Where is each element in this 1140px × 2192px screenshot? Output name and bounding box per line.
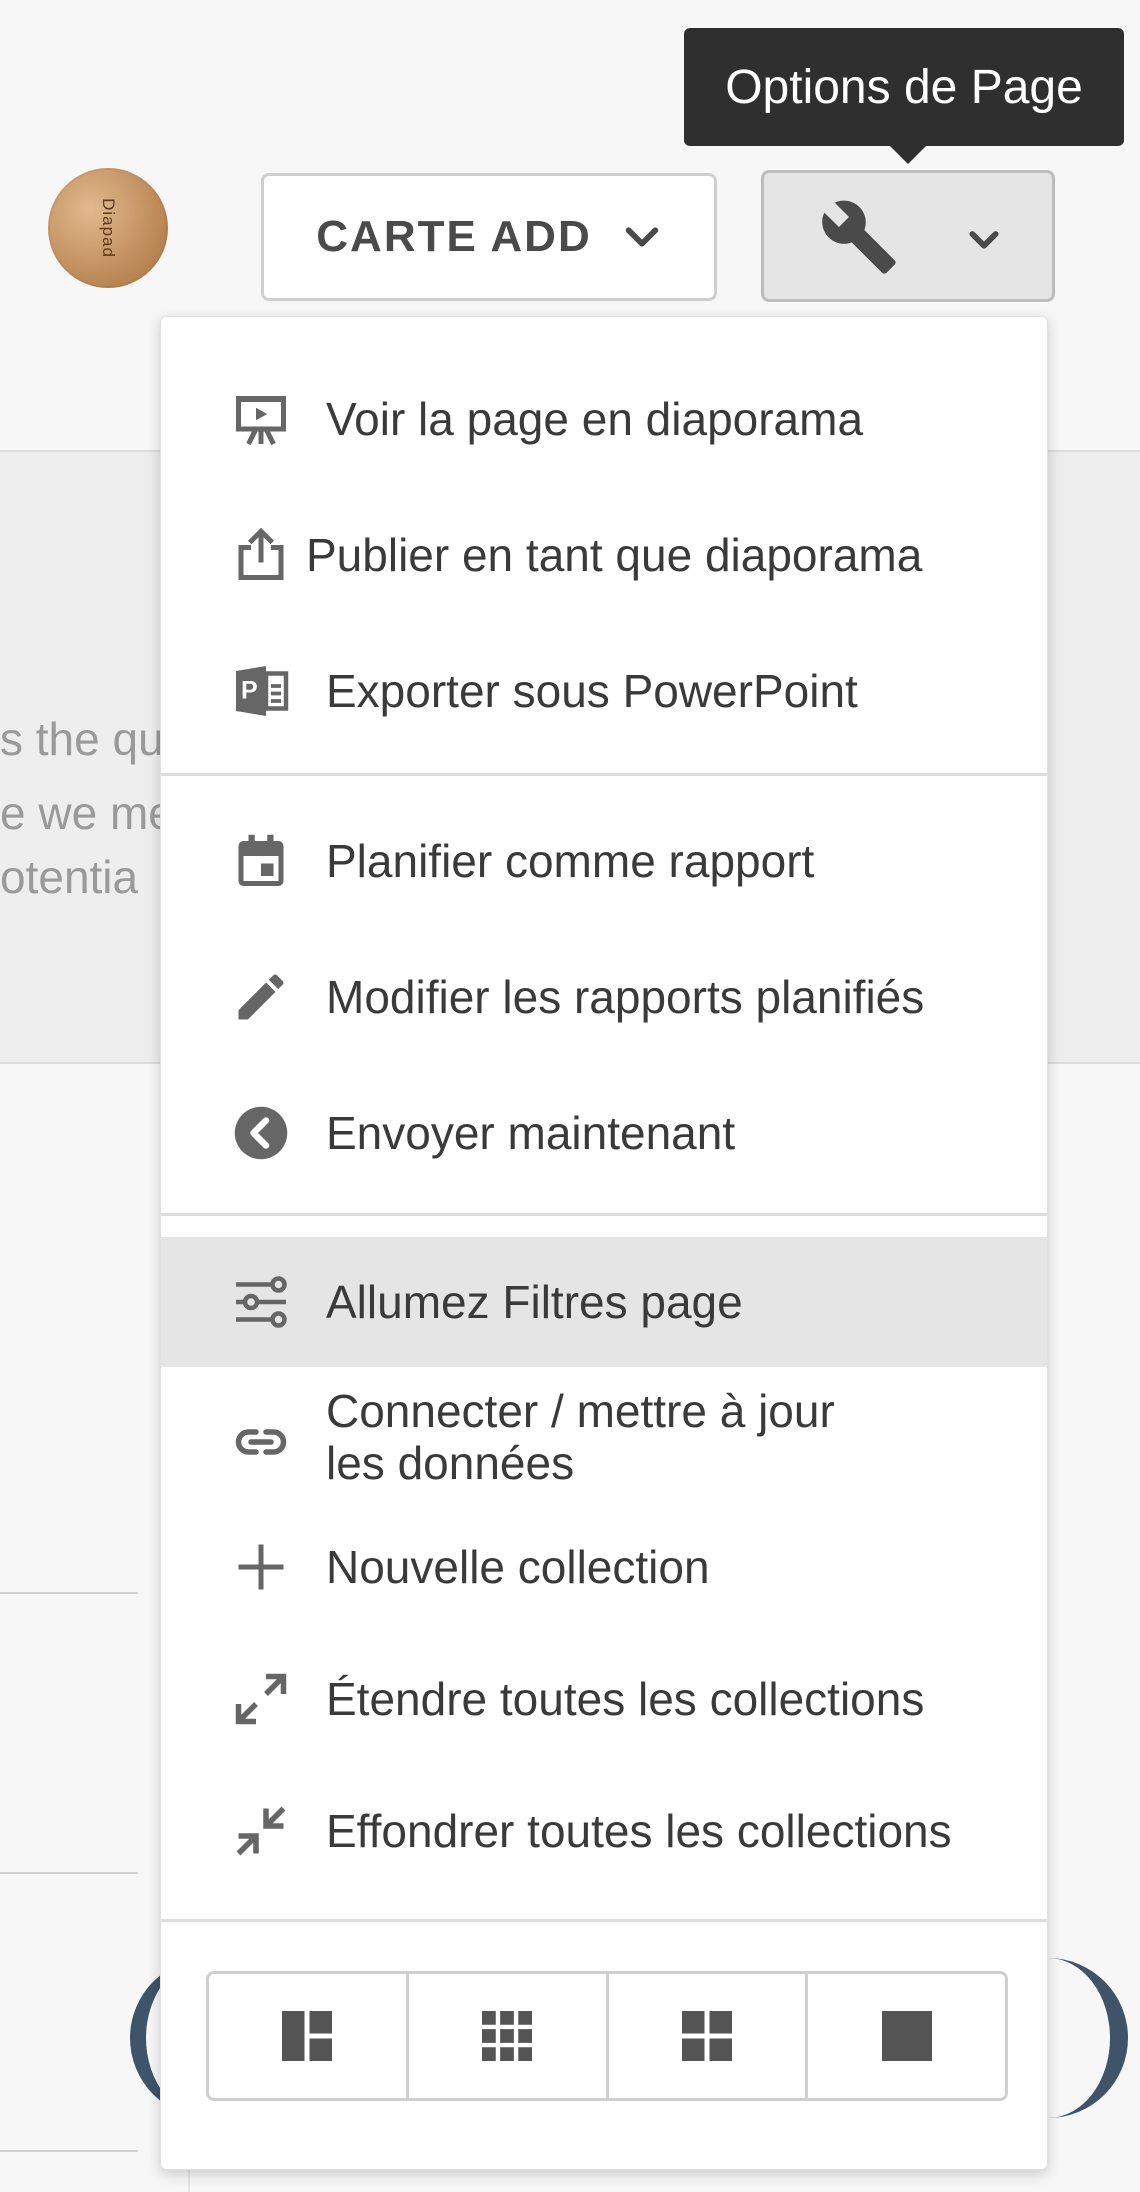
menu-item-send-now[interactable]: Envoyer maintenant bbox=[161, 1083, 1047, 1183]
filter-sliders-icon bbox=[231, 1272, 291, 1332]
menu-item-publish-slideshow[interactable]: Publier en tant que diaporama bbox=[161, 505, 1047, 605]
add-card-label: CARTE ADD bbox=[316, 212, 592, 261]
chevron-down-icon bbox=[969, 231, 999, 249]
background-text-fragment: s the qu bbox=[0, 713, 164, 765]
svg-text:P: P bbox=[241, 677, 258, 705]
menu-item-label: Effondrer toutes les collections bbox=[326, 1805, 952, 1857]
menu-item-schedule-report[interactable]: Planifier comme rapport bbox=[161, 811, 1047, 911]
menu-item-label: Modifier les rapports planifiés bbox=[326, 971, 925, 1023]
divider bbox=[0, 1592, 138, 1594]
share-upload-icon bbox=[231, 525, 291, 585]
menu-item-new-collection[interactable]: Nouvelle collection bbox=[161, 1517, 1047, 1617]
menu-item-collapse-collections[interactable]: Effondrer toutes les collections bbox=[161, 1781, 1047, 1881]
menu-item-expand-collections[interactable]: Étendre toutes les collections bbox=[161, 1649, 1047, 1749]
calendar-icon bbox=[231, 831, 291, 891]
add-card-button[interactable]: CARTE ADD bbox=[261, 173, 717, 301]
layout-selector bbox=[206, 1971, 1008, 2101]
menu-item-label: Planifier comme rapport bbox=[326, 835, 815, 887]
layout-grid-large-icon bbox=[681, 2011, 732, 2061]
pencil-icon bbox=[231, 967, 291, 1027]
menu-item-connect-data[interactable]: Connecter / mettre à jour les données bbox=[161, 1377, 1047, 1507]
layout-single-icon bbox=[881, 2011, 932, 2061]
menu-item-page-filters[interactable]: Allumez Filtres page bbox=[161, 1237, 1047, 1367]
layout-mixed-button[interactable] bbox=[209, 1974, 409, 2098]
layout-grid-small-icon bbox=[482, 2011, 533, 2061]
menu-separator bbox=[161, 773, 1047, 776]
background-text-fragment: e we me bbox=[0, 787, 174, 839]
link-icon bbox=[231, 1412, 291, 1472]
menu-item-label: les données bbox=[326, 1437, 575, 1489]
slideshow-icon bbox=[231, 389, 291, 449]
page-options-menu: Voir la page en diaporama Publier en tan… bbox=[160, 316, 1048, 2170]
layout-grid-small-button[interactable] bbox=[409, 1974, 609, 2098]
expand-icon bbox=[231, 1669, 291, 1729]
menu-item-export-powerpoint[interactable]: P Exporter sous PowerPoint bbox=[161, 641, 1047, 741]
page-options-button[interactable] bbox=[761, 170, 1055, 302]
powerpoint-icon: P bbox=[231, 661, 291, 721]
page-options-tooltip: Options de Page bbox=[684, 28, 1124, 164]
menu-item-label: Connecter / mettre à jour bbox=[326, 1385, 835, 1437]
menu-separator bbox=[161, 1213, 1047, 1216]
divider bbox=[0, 1872, 138, 1874]
menu-item-label: Envoyer maintenant bbox=[326, 1107, 736, 1159]
background-text-fragment: otentia bbox=[0, 851, 139, 903]
avatar-logo-text: Diapad bbox=[99, 198, 118, 258]
layout-single-button[interactable] bbox=[808, 1974, 1005, 2098]
chevron-down-icon bbox=[625, 227, 658, 247]
menu-item-label: Publier en tant que diaporama bbox=[306, 529, 923, 581]
chevron-left-circle-icon bbox=[231, 1103, 291, 1163]
wrench-icon bbox=[822, 200, 896, 274]
collapse-icon bbox=[231, 1801, 291, 1861]
plus-icon bbox=[231, 1537, 291, 1597]
divider bbox=[0, 2150, 138, 2152]
layout-mixed-icon bbox=[282, 2011, 333, 2061]
menu-item-label: Étendre toutes les collections bbox=[326, 1673, 925, 1725]
menu-item-label: Exporter sous PowerPoint bbox=[326, 665, 858, 717]
menu-item-label: Nouvelle collection bbox=[326, 1541, 710, 1593]
layout-grid-large-button[interactable] bbox=[609, 1974, 809, 2098]
menu-item-edit-scheduled-reports[interactable]: Modifier les rapports planifiés bbox=[161, 947, 1047, 1047]
menu-item-label: Allumez Filtres page bbox=[326, 1276, 743, 1328]
menu-item-view-slideshow[interactable]: Voir la page en diaporama bbox=[161, 369, 1047, 469]
menu-item-label: Voir la page en diaporama bbox=[326, 393, 864, 445]
menu-separator bbox=[161, 1919, 1047, 1922]
